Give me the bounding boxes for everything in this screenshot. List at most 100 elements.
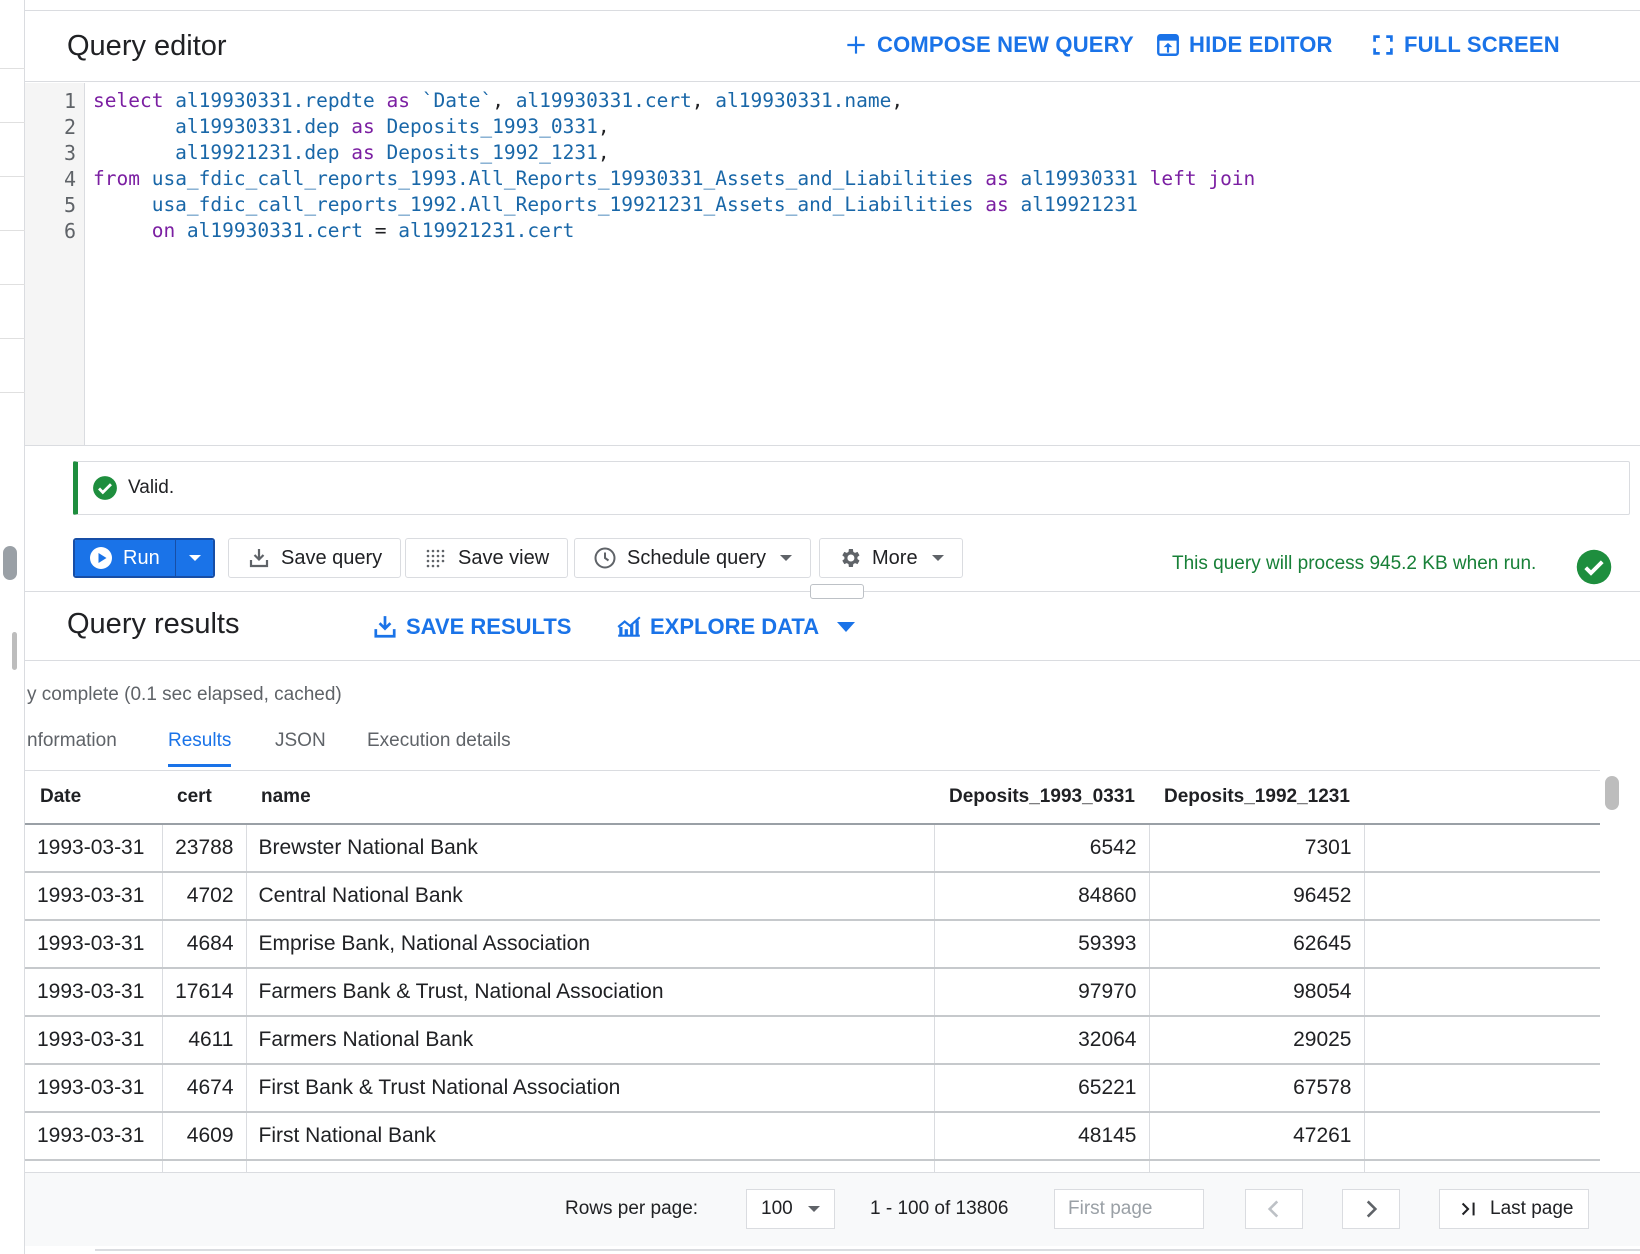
cell-date: 1993-03-31 <box>25 1016 163 1065</box>
rail-divider <box>0 392 25 393</box>
cell-empty <box>1364 1112 1600 1161</box>
line-number: 5 <box>63 193 76 217</box>
table-row: 1993-03-31 23788 Brewster National Bank … <box>25 824 1600 873</box>
chevron-down-icon <box>808 1206 820 1212</box>
cell-date: 1993-03-31 <box>25 920 163 969</box>
rows-per-page-value: 100 <box>761 1198 793 1219</box>
full-screen-button[interactable]: FULL SCREEN <box>1370 32 1560 58</box>
table-scroll-thumb[interactable] <box>1605 776 1619 810</box>
hide-editor-icon <box>1157 34 1179 56</box>
cell-deposits-1992: 67578 <box>1149 1064 1365 1113</box>
chevron-down-icon <box>837 622 856 632</box>
tab-job-information[interactable]: nformation <box>27 730 117 764</box>
rail-divider <box>0 284 25 285</box>
rail-divider <box>0 338 25 339</box>
cell-deposits-1993: 6542 <box>934 824 1150 873</box>
cell-name: Farmers National Bank <box>246 1016 935 1065</box>
chevron-down-icon <box>931 555 944 561</box>
column-header[interactable]: name <box>246 771 934 825</box>
rows-per-page-select[interactable]: 100 <box>746 1189 835 1229</box>
top-border <box>25 10 1640 11</box>
cell-cert: 4684 <box>162 920 247 969</box>
save-query-button[interactable]: Save query <box>228 538 402 578</box>
first-page-label: First page <box>1068 1198 1153 1219</box>
panel-resize-handle[interactable] <box>810 584 864 599</box>
cell-name: First Bank & Trust National Association <box>246 1064 935 1113</box>
table-row: 1993-03-31 4702 Central National Bank 84… <box>25 872 1600 921</box>
tab-json[interactable]: JSON <box>275 730 326 764</box>
more-button[interactable]: More <box>819 538 963 578</box>
results-table: Date cert name Deposits_1993_0331 Deposi… <box>25 771 1600 1180</box>
left-panel-scroll-thumb[interactable] <box>3 546 17 580</box>
column-header[interactable]: Deposits_1993_0331 <box>934 771 1149 825</box>
next-page-button[interactable] <box>1342 1189 1400 1229</box>
plus-icon <box>847 36 865 54</box>
cell-deposits-1993: 48145 <box>934 1112 1150 1161</box>
cell-name: First National Bank <box>246 1112 935 1161</box>
table-row: 1993-03-31 4684 Emprise Bank, National A… <box>25 920 1600 969</box>
cell-deposits-1992: 7301 <box>1149 824 1365 873</box>
tab-execution-details[interactable]: Execution details <box>367 730 511 764</box>
cell-cert: 4702 <box>162 872 247 921</box>
line-number: 2 <box>63 115 76 139</box>
cell-cert: 4611 <box>162 1016 247 1065</box>
line-number: 3 <box>63 141 76 165</box>
column-header[interactable]: cert <box>162 771 246 825</box>
line-number: 6 <box>63 219 76 243</box>
first-page-button[interactable]: First page <box>1054 1189 1204 1229</box>
left-panel-resize-handle[interactable] <box>12 632 17 670</box>
schedule-query-button[interactable]: Schedule query <box>574 538 811 578</box>
bottom-border <box>95 1249 1640 1251</box>
table-scrollbar[interactable] <box>1600 770 1624 1170</box>
rail-divider <box>0 230 25 231</box>
code-line-6: on al19930331.cert = al19921231.cert <box>151 219 575 242</box>
results-divider <box>25 660 1640 661</box>
compose-new-query-label: COMPOSE NEW QUERY <box>877 32 1134 57</box>
save-results-button[interactable]: SAVE RESULTS <box>372 614 571 640</box>
previous-page-button[interactable] <box>1245 1189 1303 1229</box>
cell-empty <box>1364 872 1600 921</box>
save-view-button[interactable]: Save view <box>405 538 569 578</box>
cell-deposits-1992: 98054 <box>1149 968 1365 1017</box>
chevron-down-icon <box>779 555 792 561</box>
sql-code-editor[interactable]: 1 2 3 4 5 6 select al19930331.repdte as … <box>25 83 1640 445</box>
cell-date: 1993-03-31 <box>25 1112 163 1161</box>
cell-cert: 4609 <box>162 1112 247 1161</box>
chart-icon <box>617 616 641 637</box>
table-row: 1993-03-31 4609 First National Bank 4814… <box>25 1112 1600 1161</box>
cell-date: 1993-03-31 <box>25 968 163 1017</box>
last-page-button[interactable]: Last page <box>1439 1189 1589 1229</box>
run-options-dropdown[interactable] <box>175 540 213 576</box>
table-row: 1993-03-31 4611 Farmers National Bank 32… <box>25 1016 1600 1065</box>
column-header-empty <box>1364 771 1600 825</box>
explore-data-button[interactable]: EXPLORE DATA <box>616 614 856 640</box>
compose-new-query-button[interactable]: COMPOSE NEW QUERY <box>843 32 1134 58</box>
run-button[interactable]: Run <box>75 540 175 576</box>
line-number: 1 <box>63 89 76 113</box>
left-panel-edge <box>0 0 25 1254</box>
hide-editor-label: HIDE EDITOR <box>1189 32 1333 57</box>
code-line-4: from usa_fdic_call_reports_1993.All_Repo… <box>93 167 1256 190</box>
tab-results[interactable]: Results <box>168 730 232 767</box>
cell-cert: 23788 <box>162 824 247 873</box>
rail-divider <box>0 176 25 177</box>
column-header[interactable]: Date <box>25 771 162 825</box>
run-button-group: Run <box>73 538 215 578</box>
cell-deposits-1992: 62645 <box>1149 920 1365 969</box>
full-screen-label: FULL SCREEN <box>1404 32 1560 57</box>
page-range: 1 - 100 of 13806 <box>870 1198 1009 1219</box>
editor-title: Query editor <box>67 30 227 62</box>
cell-date: 1993-03-31 <box>25 824 163 873</box>
cell-deposits-1992: 47261 <box>1149 1112 1365 1161</box>
cell-deposits-1993: 84860 <box>934 872 1150 921</box>
fullscreen-icon <box>1373 35 1393 55</box>
hide-editor-button[interactable]: HIDE EDITOR <box>1155 32 1333 58</box>
cell-empty <box>1364 920 1600 969</box>
cell-deposits-1993: 59393 <box>934 920 1150 969</box>
code-line-1: select al19930331.repdte as `Date`, al19… <box>93 89 904 112</box>
column-header[interactable]: Deposits_1992_1231 <box>1149 771 1364 825</box>
last-page-label: Last page <box>1490 1198 1574 1219</box>
cell-deposits-1993: 65221 <box>934 1064 1150 1113</box>
code-line-3: al19921231.dep as Deposits_1992_1231, <box>93 141 610 164</box>
cell-deposits-1993: 97970 <box>934 968 1150 1017</box>
